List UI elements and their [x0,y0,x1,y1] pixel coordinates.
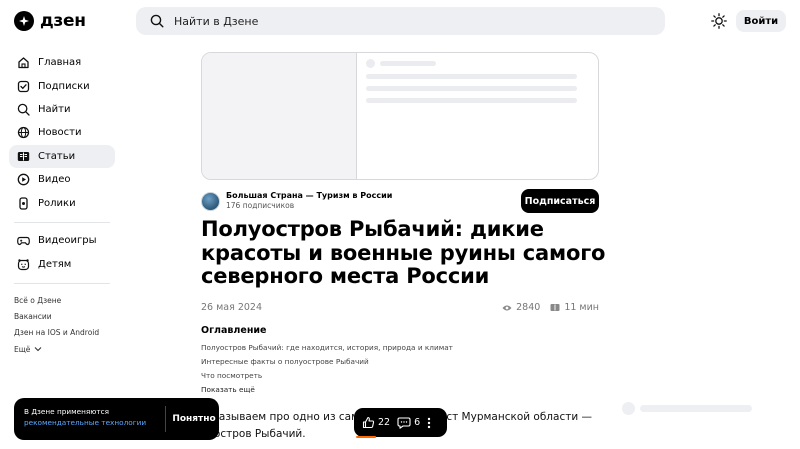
sidebar-divider [14,283,110,284]
news-icon [17,126,30,139]
chevron-down-icon [35,347,42,352]
sidebar-item-label: Детям [38,258,72,270]
sidebar-item-label: Статьи [38,150,76,162]
cookie-accept-button[interactable]: Понятно [169,398,219,440]
subscribe-button[interactable]: Подписаться [521,189,599,213]
login-button[interactable]: Войти [736,10,786,32]
footer-link-vacancies[interactable]: Вакансии [14,308,124,324]
video-embed-placeholder[interactable] [201,52,599,180]
article-title: Полуостров Рыбачий: дикие красоты и воен… [201,217,606,288]
logo-text: дзен [40,11,86,31]
articles-icon [17,150,30,163]
search-icon [150,14,164,28]
search-input[interactable]: Найти в Дзене [136,7,665,35]
channel-subscribers: 176 подписчиков [226,201,295,210]
table-of-contents: Полуостров Рыбачий: где находится, истор… [201,340,453,396]
footer-link-about[interactable]: Всё о Дзене [14,292,124,308]
recommendation-tech-link[interactable]: рекомендательные технологии [24,418,164,429]
sidebar-item-videogames[interactable]: Видеоигры [9,229,115,252]
video-icon [17,173,30,186]
toc-item[interactable]: Что посмотреть [201,368,453,382]
kids-icon [17,258,30,271]
theme-toggle-button[interactable] [709,11,729,31]
sidebar-item-home[interactable]: Главная [9,51,115,74]
channel-info[interactable]: Большая Страна — Туризм в России 176 под… [201,191,392,211]
kebab-menu-icon [427,417,431,428]
toc-item[interactable]: Полуостров Рыбачий: где находится, истор… [201,340,453,354]
sidebar-nav: Главная Подписки Найти Новости Статьи Ви… [9,51,115,215]
book-icon [550,304,560,311]
comments-button[interactable]: 6 [397,416,421,429]
body-text-start: ссказываем про одно из самы [201,411,368,423]
body-text-end: ст Мурманской области — [446,411,592,423]
sidebar-item-label: Видео [38,174,71,186]
sidebar-item-subscriptions[interactable]: Подписки [9,74,115,97]
sidebar-item-label: Главная [38,57,82,69]
search-placeholder: Найти в Дзене [174,14,259,28]
channel-avatar [201,191,220,211]
video-thumbnail-skeleton [202,53,357,179]
footer-link-apps[interactable]: Дзен на IOS и Android [14,325,124,341]
read-time: 11 мин [564,302,599,313]
sidebar-item-search[interactable]: Найти [9,98,115,121]
thumbs-up-icon [362,416,375,429]
sidebar-item-shorts[interactable]: Ролики [9,191,115,214]
read-time-stat: 11 мин [550,302,599,313]
sidebar-item-label: Подписки [38,80,90,92]
cookie-message: В Дзене применяются рекомендательные тех… [24,407,164,428]
article-stats: 2840 11 мин [502,302,599,313]
like-button[interactable]: 22 [362,416,390,429]
comment-icon [397,416,411,429]
cookie-banner: В Дзене применяются рекомендательные тех… [14,398,219,440]
sidebar-nav-secondary: Видеоигры Детям [9,229,115,276]
likes-count: 22 [378,417,391,428]
sidebar-item-kids[interactable]: Детям [9,252,115,275]
sidebar-skeleton-avatar [622,402,635,415]
sidebar-skeleton-line [640,405,752,412]
article-date: 26 мая 2024 [201,302,263,313]
cookie-text: В Дзене применяются [24,407,110,416]
subscriptions-icon [17,80,30,93]
zen-logo[interactable]: дзен [14,10,86,32]
skeleton-avatar [366,59,375,68]
skeleton-line [366,86,577,91]
skeleton-line [366,74,577,79]
reactions-bar: 22 6 [354,408,447,437]
zen-logo-icon [14,11,34,31]
views-count: 2840 [516,302,541,313]
footer-link-more[interactable]: Ещё [14,341,124,357]
views-stat: 2840 [502,302,540,313]
skeleton-line [380,61,436,66]
cookie-divider [165,406,166,432]
comments-count: 6 [414,417,421,428]
toc-title: Оглавление [201,325,267,336]
eye-icon [502,305,512,310]
sidebar-footer-links: Всё о Дзене Вакансии Дзен на IOS и Andro… [14,292,124,357]
sidebar-item-articles[interactable]: Статьи [9,144,115,168]
footer-link-more-label: Ещё [14,344,31,354]
channel-name: Большая Страна — Туризм в России [226,191,393,200]
reading-progress-bar [356,436,376,438]
sidebar-item-label: Найти [38,103,71,115]
sun-icon [711,13,727,29]
shorts-icon [17,196,30,210]
sidebar-item-label: Новости [38,127,82,139]
gamepad-icon [17,234,30,247]
search-icon [17,103,30,116]
home-icon [17,56,30,69]
skeleton-line [366,98,577,103]
sidebar-item-news[interactable]: Новости [9,121,115,144]
toc-item[interactable]: Интересные факты о полуострове Рыбачий [201,354,453,368]
sidebar-item-video[interactable]: Видео [9,168,115,191]
more-options-button[interactable] [427,417,431,429]
sidebar-item-label: Видеоигры [38,235,97,247]
sidebar-divider [14,222,110,223]
sidebar-item-label: Ролики [38,197,76,209]
toc-show-more-link[interactable]: Показать ещё [201,382,453,396]
